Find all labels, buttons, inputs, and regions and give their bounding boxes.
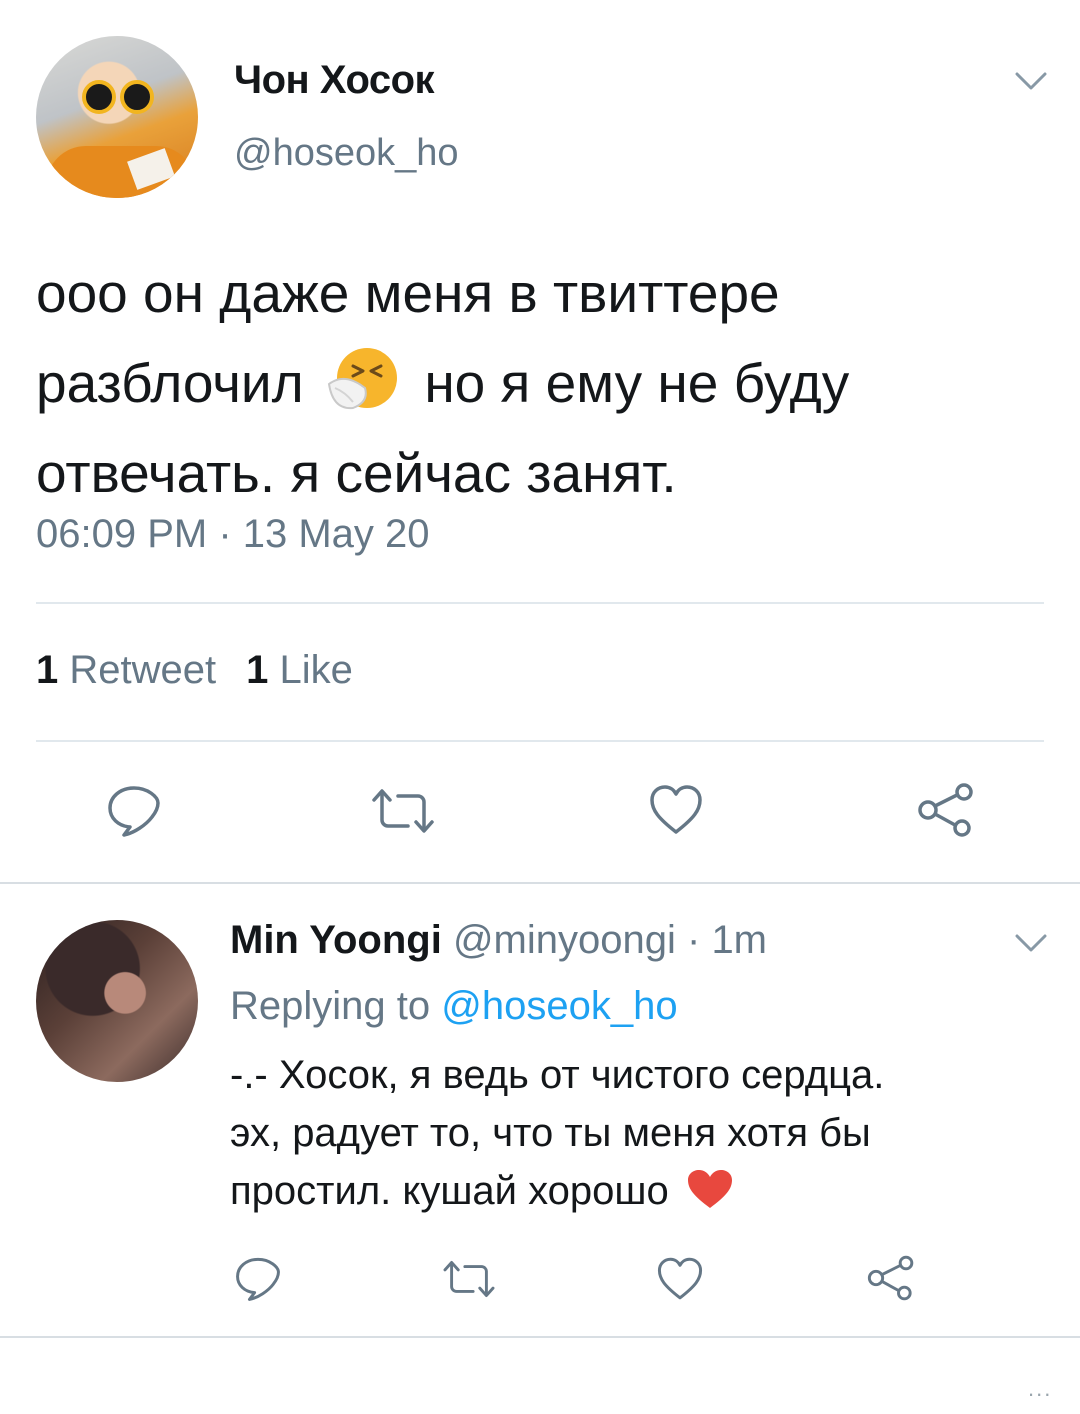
divider: [36, 602, 1044, 604]
tweet-text-fragment: но я ему не буду: [424, 352, 850, 414]
reply-text-line: эх, радует то, что ты меня хотя бы: [230, 1111, 871, 1155]
like-stat[interactable]: 1 Like: [246, 648, 353, 692]
reply-handle[interactable]: @minyoongi: [453, 918, 676, 962]
reply-text-fragment: простил. кушай хорошо: [230, 1169, 669, 1213]
tweet-text: ооо он даже меня в твиттере разблочил но…: [36, 248, 1046, 518]
like-label: Like: [279, 648, 353, 692]
reply-text-line: простил. кушай хорошо: [230, 1162, 1050, 1220]
red-heart-emoji: [687, 1170, 732, 1208]
main-tweet: Чон Хосок @hoseok_ho ооо он даже меня в …: [0, 0, 1080, 884]
reply-header: Min Yoongi @minyoongi · 1m: [230, 918, 767, 963]
reply-display-name[interactable]: Min Yoongi: [230, 918, 442, 962]
mention-link[interactable]: @hoseok_ho: [441, 984, 677, 1028]
replying-to: Replying to @hoseok_ho: [230, 984, 678, 1029]
share-icon[interactable]: [866, 1254, 916, 1302]
tweet-text-line: отвечать. я сейчас занят.: [36, 442, 677, 504]
reply-text: -.- Хосок, я ведь от чистого сердца. эх,…: [230, 1046, 1050, 1220]
like-count: 1: [246, 648, 269, 692]
reply-icon[interactable]: [234, 1256, 282, 1302]
tweet-text-line: разблочил но я ему не буду: [36, 338, 1046, 428]
more-indicator: ...: [1028, 1376, 1053, 1401]
reply-text-line: -.- Хосок, я ведь от чистого сердца.: [230, 1053, 885, 1097]
retweet-label: Retweet: [69, 648, 217, 692]
like-icon[interactable]: [656, 1256, 704, 1302]
avatar-glasses: [82, 80, 154, 114]
reply-icon[interactable]: [106, 784, 162, 838]
chevron-down-icon[interactable]: [1014, 70, 1048, 92]
chevron-down-icon[interactable]: [1014, 932, 1048, 954]
avatar[interactable]: [36, 36, 198, 198]
display-name[interactable]: Чон Хосок: [234, 58, 435, 103]
retweet-count: 1: [36, 648, 59, 692]
tweet-text-line: ооо он даже меня в твиттере: [36, 262, 780, 324]
divider: [36, 740, 1044, 742]
tweet-text-fragment: разблочил: [36, 352, 304, 414]
retweet-icon[interactable]: [440, 1258, 498, 1300]
share-icon[interactable]: [916, 782, 976, 838]
user-handle[interactable]: @hoseok_ho: [234, 132, 459, 175]
engagement-stats: 1 Retweet 1 Like: [36, 648, 353, 693]
sneezing-face-emoji: [327, 348, 398, 410]
section-divider: [0, 1336, 1080, 1338]
retweet-icon[interactable]: [368, 786, 438, 836]
section-divider: [0, 882, 1080, 884]
retweet-stat[interactable]: 1 Retweet: [36, 648, 216, 692]
reply-time: · 1m: [675, 918, 768, 962]
avatar[interactable]: [36, 920, 198, 1082]
tweet-timestamp[interactable]: 06:09 PM · 13 May 20: [36, 512, 430, 557]
like-icon[interactable]: [648, 784, 704, 836]
replying-prefix: Replying to: [230, 984, 442, 1028]
